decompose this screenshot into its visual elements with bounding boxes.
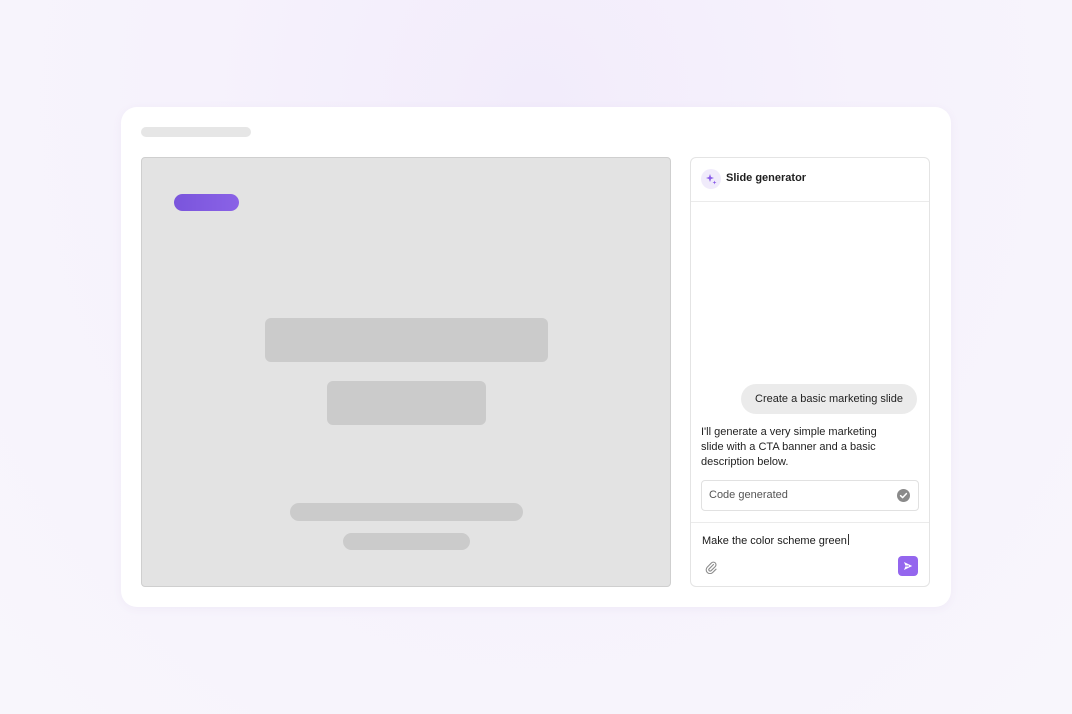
- prompt-composer: Make the color scheme green: [691, 522, 929, 586]
- description-line-placeholder: [290, 503, 523, 521]
- editor-card: Slide generator Create a basic marketing…: [121, 107, 951, 607]
- paperclip-icon[interactable]: [704, 560, 718, 574]
- code-status-label: Code generated: [709, 489, 788, 501]
- code-generated-status[interactable]: Code generated: [701, 480, 919, 511]
- chat-title: Slide generator: [726, 172, 807, 184]
- cta-banner-placeholder: [174, 194, 239, 211]
- chat-header: Slide generator: [691, 158, 929, 202]
- text-caret: [847, 534, 849, 545]
- description-line-placeholder: [343, 533, 470, 550]
- check-circle-icon: [897, 489, 910, 502]
- slide-generator-panel: Slide generator Create a basic marketing…: [690, 157, 930, 587]
- slide-preview[interactable]: [141, 157, 671, 587]
- assistant-message: I'll generate a very simple marketing sl…: [701, 426, 877, 468]
- user-message: Create a basic marketing slide: [741, 384, 917, 414]
- prompt-input-text: Make the color scheme green: [702, 535, 847, 547]
- prompt-input[interactable]: Make the color scheme green: [702, 534, 849, 547]
- title-placeholder: [141, 127, 251, 137]
- sparkle-icon: [701, 169, 721, 189]
- subheadline-placeholder: [327, 381, 486, 425]
- send-icon: [904, 562, 913, 570]
- send-button[interactable]: [898, 556, 918, 576]
- headline-placeholder: [265, 318, 548, 362]
